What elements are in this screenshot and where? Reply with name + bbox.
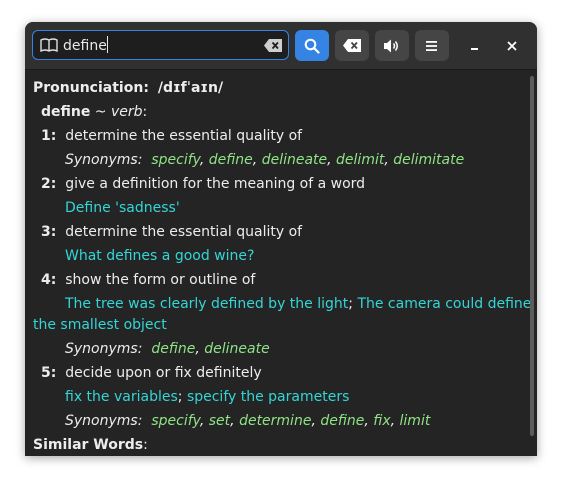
sense-5-synonyms: Synonyms: specify, set, determine, defin… bbox=[65, 413, 431, 429]
synonym-link[interactable]: specify bbox=[151, 413, 200, 429]
minimize-button[interactable] bbox=[457, 30, 491, 61]
definition-view[interactable]: Pronunciation: /dɪfˈaɪn/ define ~ verb: … bbox=[25, 70, 531, 456]
sense-4-synonyms: Synonyms: define, delineate bbox=[65, 341, 270, 357]
clear-text-icon[interactable] bbox=[264, 39, 282, 52]
synonym-link[interactable]: determine bbox=[239, 413, 311, 429]
sense-4: 4: show the form or outline of bbox=[41, 272, 256, 288]
pronounce-button[interactable] bbox=[375, 30, 409, 61]
sense-1-synonyms: Synonyms: specify, define, delineate, de… bbox=[65, 152, 465, 168]
similar-words-heading: Similar Words: bbox=[33, 437, 148, 453]
backspace-icon bbox=[343, 39, 361, 52]
minimize-icon bbox=[471, 47, 478, 50]
synonym-link[interactable]: delineate bbox=[262, 152, 327, 168]
synonym-link[interactable]: limit bbox=[400, 413, 431, 429]
sense-5-examples: fix the variables; specify the parameter… bbox=[65, 389, 350, 405]
book-icon bbox=[40, 38, 58, 52]
entry-heading: define ~ verb: bbox=[41, 104, 148, 120]
close-button[interactable] bbox=[495, 30, 529, 61]
sense-4-examples: The tree was clearly defined by the ligh… bbox=[65, 296, 532, 312]
sense-5: 5: decide upon or fix definitely bbox=[41, 365, 262, 381]
search-button[interactable] bbox=[295, 30, 329, 61]
speaker-icon bbox=[384, 39, 398, 52]
clear-history-button[interactable] bbox=[335, 30, 369, 61]
pronunciation-line: Pronunciation: /dɪfˈaɪn/ bbox=[33, 80, 224, 96]
part-of-speech: verb bbox=[111, 104, 143, 120]
synonym-link[interactable]: specify bbox=[151, 152, 200, 168]
synonym-link[interactable]: define bbox=[151, 341, 195, 357]
close-icon bbox=[507, 40, 517, 51]
synonym-link[interactable]: delineate bbox=[204, 341, 269, 357]
sense-3-example: What defines a good wine? bbox=[65, 248, 255, 264]
sense-2-example: Define 'sadness' bbox=[65, 200, 180, 216]
pronunciation-label: Pronunciation bbox=[33, 80, 144, 96]
menu-icon bbox=[426, 40, 437, 51]
sense-2: 2: give a definition for the meaning of … bbox=[41, 176, 366, 192]
scrollbar[interactable] bbox=[530, 76, 534, 436]
main-menu-button[interactable] bbox=[415, 30, 449, 61]
sense-4-examples-wrap: the smallest object bbox=[33, 317, 167, 333]
search-entry[interactable]: define bbox=[32, 30, 289, 60]
synonym-link[interactable]: delimitate bbox=[393, 152, 464, 168]
search-icon bbox=[304, 38, 320, 54]
synonym-link[interactable]: set bbox=[209, 413, 230, 429]
synonym-link[interactable]: define bbox=[320, 413, 364, 429]
header-bar: define bbox=[25, 22, 537, 70]
app-window: define Pronunciation: /dɪfˈaɪn/ define ~… bbox=[25, 22, 537, 456]
sense-3: 3: determine the essential quality of bbox=[41, 224, 303, 240]
synonym-link[interactable]: delimit bbox=[336, 152, 384, 168]
entry-word: define bbox=[41, 104, 91, 120]
text-caret bbox=[106, 36, 108, 53]
synonym-link[interactable]: fix bbox=[373, 413, 390, 429]
sense-1: 1: determine the essential quality of bbox=[41, 128, 303, 144]
synonym-link[interactable]: define bbox=[209, 152, 253, 168]
search-input[interactable]: define bbox=[63, 36, 108, 55]
pronunciation-text: /dɪfˈaɪn/ bbox=[157, 80, 224, 96]
